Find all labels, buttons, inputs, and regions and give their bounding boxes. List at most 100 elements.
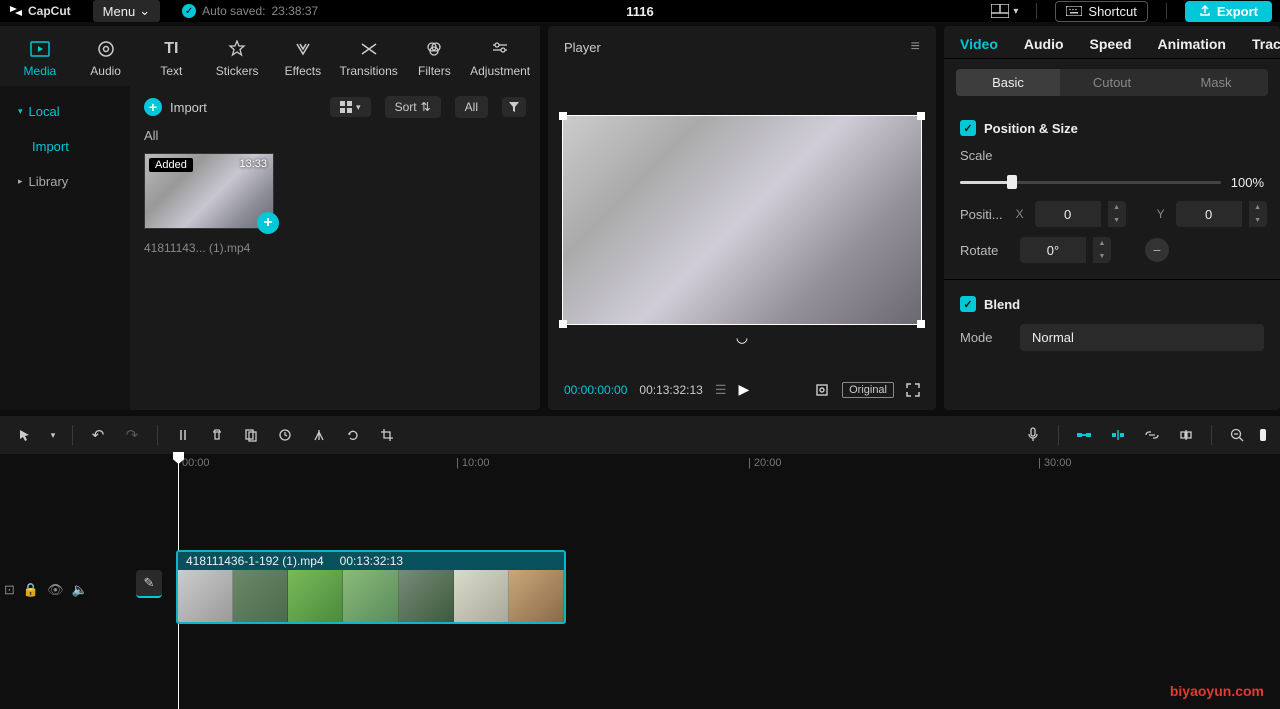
reset-rotate-button[interactable]: − (1145, 238, 1169, 262)
tab-stickers[interactable]: Stickers (205, 34, 269, 82)
fullscreen-icon[interactable] (906, 383, 920, 397)
list-icon[interactable]: ☰ (715, 382, 727, 398)
ruler-mark: 00:00 (182, 457, 210, 469)
filter-button[interactable] (502, 97, 526, 117)
tab-track[interactable]: Track (1252, 36, 1280, 52)
edit-track-button[interactable]: ✎ (136, 570, 162, 598)
preview-cut-button[interactable] (1173, 422, 1199, 448)
tab-adjustment[interactable]: Adjustment (468, 34, 532, 82)
export-label: Export (1217, 4, 1258, 19)
sort-button[interactable]: Sort ⇅ (385, 96, 441, 118)
position-x-input[interactable] (1035, 201, 1101, 227)
properties-panel: Video Audio Speed Animation Track Basic … (944, 26, 1280, 410)
zoom-out-button[interactable] (1224, 422, 1250, 448)
blend-checkbox[interactable]: ✓ (960, 296, 976, 312)
link-button[interactable] (1139, 422, 1165, 448)
effects-icon (294, 38, 312, 60)
split-button[interactable] (170, 422, 196, 448)
autosave-prefix: Auto saved: (202, 4, 265, 18)
redo-button[interactable]: ↷ (119, 422, 145, 448)
subtab-cutout[interactable]: Cutout (1060, 69, 1164, 96)
tab-animation[interactable]: Animation (1158, 36, 1226, 52)
layout-button[interactable]: ▾ (991, 4, 1018, 18)
scale-slider[interactable] (960, 173, 1221, 191)
tab-adjustment-label: Adjustment (470, 64, 530, 78)
cover-track-icon[interactable]: ⊡ (4, 582, 15, 598)
resize-handle-tl[interactable] (559, 112, 567, 120)
tab-filters[interactable]: Filters (403, 34, 467, 82)
blend-mode-select[interactable]: Normal (1020, 324, 1264, 351)
app-logo: CapCut (8, 3, 71, 19)
add-to-timeline-button[interactable]: + (257, 212, 279, 234)
timeline[interactable]: 00:00 | 10:00 | 20:00 | 30:00 ⊡ 🔒 👁 🔈 ✎ … (0, 454, 1280, 709)
timeline-toolbar: ▾ ↶ ↷ (0, 416, 1280, 454)
mic-button[interactable] (1020, 422, 1046, 448)
import-label: Import (170, 100, 207, 115)
position-size-checkbox[interactable]: ✓ (960, 120, 976, 136)
y-spinner[interactable]: ▲▼ (1249, 201, 1267, 227)
tab-speed[interactable]: Speed (1090, 36, 1132, 52)
video-preview[interactable]: ◡ (562, 115, 922, 325)
rotate-button[interactable] (340, 422, 366, 448)
mute-track-icon[interactable]: 🔈 (72, 582, 88, 598)
crop-button[interactable] (374, 422, 400, 448)
thumb-image: Added 13:33 + (144, 153, 274, 229)
ruler-mark: | 10:00 (456, 457, 489, 469)
resize-handle-tr[interactable] (917, 112, 925, 120)
select-tool-dropdown[interactable]: ▾ (46, 422, 60, 448)
tab-audio-props[interactable]: Audio (1024, 36, 1064, 52)
resize-handle-br[interactable] (917, 320, 925, 328)
original-ratio-button[interactable]: Original (842, 382, 894, 398)
sidebar-item-import[interactable]: Import (0, 129, 130, 164)
select-tool[interactable] (12, 422, 38, 448)
x-spinner[interactable]: ▲▼ (1108, 201, 1126, 227)
check-icon: ✓ (182, 4, 196, 18)
delete-button[interactable] (204, 422, 230, 448)
reverse-button[interactable] (272, 422, 298, 448)
player-panel: Player ≡ ◡ 00:00:00:00 00:13:32:13 ☰ ▶ O… (548, 26, 936, 410)
view-grid-button[interactable]: ▾ (330, 97, 371, 117)
copy-button[interactable] (238, 422, 264, 448)
sidebar-item-library[interactable]: ▸ Library (0, 164, 130, 199)
resize-handle-bl[interactable] (559, 320, 567, 328)
import-button[interactable]: + Import (144, 98, 207, 116)
export-button[interactable]: Export (1185, 1, 1272, 22)
position-y-input[interactable] (1176, 201, 1242, 227)
magnet-main-button[interactable] (1071, 422, 1097, 448)
shortcut-button[interactable]: Shortcut (1055, 1, 1147, 22)
crop-preview-icon[interactable] (814, 382, 830, 398)
rotate-input[interactable] (1020, 237, 1086, 263)
magnet-auto-button[interactable] (1105, 422, 1131, 448)
filter-icon (508, 101, 520, 113)
media-thumb[interactable]: Added 13:33 + 41811143... (1).mp4 (144, 153, 274, 255)
hamburger-icon[interactable]: ≡ (911, 38, 920, 56)
tab-video[interactable]: Video (960, 36, 998, 52)
menu-button[interactable]: Menu ⌄ (93, 0, 160, 22)
tab-media[interactable]: Media (8, 34, 72, 82)
play-button[interactable]: ▶ (738, 381, 749, 398)
caret-down-icon: ▾ (18, 106, 23, 117)
subtab-mask[interactable]: Mask (1164, 69, 1268, 96)
tab-audio[interactable]: Audio (74, 34, 138, 82)
visible-track-icon[interactable]: 👁 (47, 582, 64, 598)
mirror-button[interactable] (306, 422, 332, 448)
tab-transitions[interactable]: Transitions (337, 34, 401, 82)
video-clip[interactable]: 418111436-1-192 (1).mp4 00:13:32:13 (176, 550, 566, 624)
filters-icon (425, 38, 443, 60)
undo-button[interactable]: ↶ (85, 422, 111, 448)
tab-effects[interactable]: Effects (271, 34, 335, 82)
sidebar-item-local[interactable]: ▾ Local (0, 94, 130, 129)
rotate-spinner[interactable]: ▲▼ (1093, 237, 1111, 263)
chevron-down-icon: ▾ (1013, 6, 1018, 17)
subtab-basic[interactable]: Basic (956, 69, 1060, 96)
clip-name: 418111436-1-192 (1).mp4 (186, 554, 324, 568)
layout-icon (991, 4, 1009, 18)
rotate-handle-icon[interactable]: ◡ (736, 329, 748, 346)
lock-track-icon[interactable]: 🔒 (23, 582, 39, 598)
position-size-heading: Position & Size (984, 121, 1078, 136)
timeline-ruler[interactable]: 00:00 | 10:00 | 20:00 | 30:00 (0, 454, 1280, 476)
project-title[interactable]: 1116 (626, 4, 654, 19)
tab-text[interactable]: TI Text (140, 34, 204, 82)
zoom-slider-thumb[interactable] (1258, 422, 1268, 448)
filter-all-button[interactable]: All (455, 96, 488, 118)
